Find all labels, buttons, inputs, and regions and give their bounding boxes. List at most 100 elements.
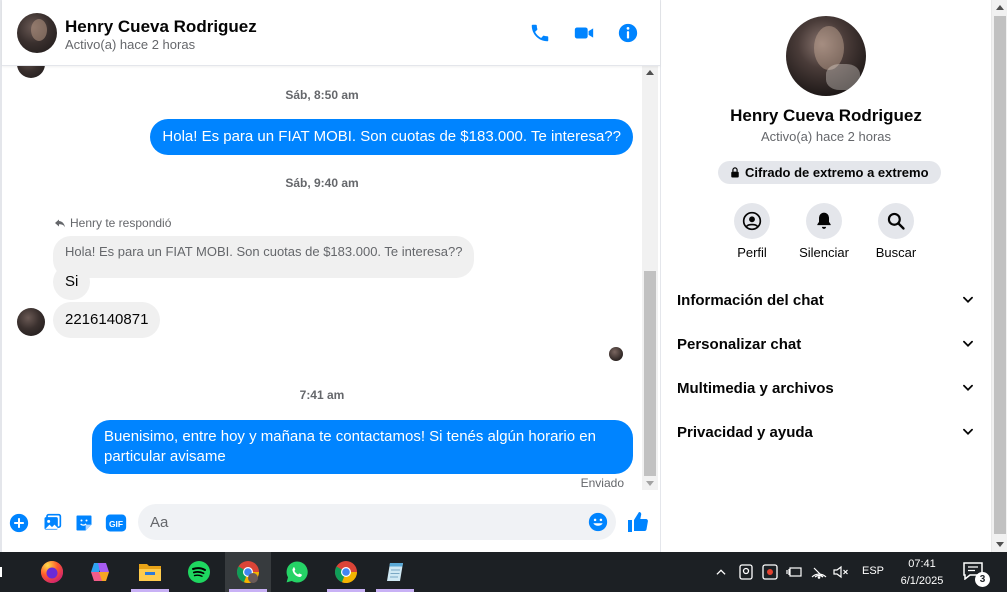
scroll-thumb[interactable]: [644, 271, 656, 476]
folder-icon: [139, 564, 161, 581]
contact-message-avatar: [17, 308, 45, 336]
tray-wifi[interactable]: [811, 564, 827, 580]
taskbar-chrome-profile[interactable]: [323, 552, 369, 592]
section-customize-chat[interactable]: Personalizar chat: [677, 329, 975, 359]
windows-taskbar: ESP 07:41 6/1/2025 3: [0, 552, 1007, 592]
contact-name[interactable]: Henry Cueva Rodriguez: [65, 17, 257, 37]
message-list[interactable]: Sáb, 8:50 am Hola! Es para un FIAT MOBI.…: [2, 66, 642, 490]
video-call-button[interactable]: [572, 21, 596, 45]
sent-status: Enviado: [580, 476, 624, 490]
message-scrollbar[interactable]: [642, 66, 658, 490]
gif-button[interactable]: GIF: [104, 512, 128, 534]
section-media-files[interactable]: Multimedia y archivos: [677, 373, 975, 403]
messenger-window: Henry Cueva Rodriguez Activo(a) hace 2 h…: [0, 0, 1007, 592]
scroll-up-arrow[interactable]: [646, 70, 654, 75]
gif-icon: GIF: [105, 514, 127, 532]
info-icon: [618, 23, 638, 43]
clock-time: 07:41: [908, 558, 936, 570]
sticker-button[interactable]: [73, 512, 95, 534]
copilot-icon: [91, 563, 109, 581]
timestamp: Sáb, 9:40 am: [285, 176, 359, 190]
quoted-message[interactable]: Hola! Es para un FIAT MOBI. Son cuotas d…: [53, 236, 475, 278]
mute-button[interactable]: Silenciar: [788, 203, 860, 260]
firefox-icon: [41, 561, 63, 583]
show-hidden-icons-button[interactable]: [713, 564, 729, 580]
tray-volume[interactable]: [833, 564, 849, 580]
taskbar-spotify[interactable]: [176, 552, 222, 592]
tray-app-icon[interactable]: [762, 564, 778, 580]
profile-icon: [742, 211, 762, 231]
section-label: Personalizar chat: [677, 335, 802, 353]
chrome-icon: [236, 561, 260, 584]
encryption-label: Cifrado de extremo a extremo: [745, 165, 929, 180]
taskbar-file-explorer[interactable]: [127, 552, 173, 592]
search-button[interactable]: Buscar: [860, 203, 932, 260]
reply-indicator: Henry te respondió: [54, 216, 171, 230]
timestamp: Sáb, 8:50 am: [285, 88, 359, 102]
chevron-down-icon: [963, 340, 973, 347]
svg-text:GIF: GIF: [109, 519, 123, 529]
taskbar-copilot[interactable]: [77, 552, 123, 592]
outgoing-message[interactable]: Buenisimo, entre hoy y mañana te contact…: [92, 420, 633, 474]
contact-profile-photo[interactable]: [786, 16, 866, 96]
page-scroll-down-arrow[interactable]: [996, 542, 1004, 547]
task-view-button[interactable]: [0, 552, 12, 592]
tray-webcam[interactable]: [738, 564, 754, 580]
taskbar-chrome-active[interactable]: [225, 552, 271, 592]
spotify-icon: [188, 561, 210, 583]
emoji-button[interactable]: [588, 512, 608, 532]
composer: GIF: [2, 496, 660, 552]
taskbar-notepad[interactable]: [372, 552, 418, 592]
message-input[interactable]: [138, 504, 616, 540]
timestamp: 7:41 am: [299, 388, 345, 402]
page-scroll-thumb[interactable]: [994, 16, 1006, 534]
input-language[interactable]: ESP: [862, 565, 884, 577]
mute-label: Silenciar: [799, 245, 849, 260]
phone-icon: [531, 24, 549, 42]
section-label: Información del chat: [677, 291, 824, 309]
seen-indicator-avatar: [609, 347, 623, 361]
page-scrollbar[interactable]: [991, 0, 1007, 552]
profile-button-circle: [734, 203, 770, 239]
battery-plug-icon: [786, 567, 802, 577]
chat-info-button[interactable]: [616, 21, 640, 45]
whatsapp-icon: [286, 561, 308, 583]
chevron-down-icon: [963, 384, 973, 391]
scroll-down-arrow[interactable]: [646, 481, 654, 486]
incoming-message[interactable]: Si: [53, 264, 91, 300]
plus-circle-icon: [9, 513, 29, 533]
bell-icon: [817, 212, 831, 229]
search-button-circle: [878, 203, 914, 239]
section-privacy-help[interactable]: Privacidad y ayuda: [677, 417, 975, 447]
taskbar-firefox[interactable]: [29, 552, 75, 592]
contact-avatar[interactable]: [17, 13, 57, 53]
like-button[interactable]: [626, 510, 650, 534]
clock[interactable]: 07:41 6/1/2025: [895, 556, 949, 590]
notepad-icon: [387, 563, 403, 581]
encryption-badge[interactable]: Cifrado de extremo a extremo: [718, 161, 941, 184]
sticker-icon: [76, 515, 92, 531]
screen-capture-icon: [762, 564, 778, 580]
attach-media-button[interactable]: [41, 512, 63, 534]
search-icon: [887, 212, 905, 230]
taskbar-whatsapp[interactable]: [274, 552, 320, 592]
previous-message-avatar: [17, 66, 45, 78]
call-button[interactable]: [528, 21, 552, 45]
info-contact-status: Activo(a) hace 2 horas: [760, 129, 892, 144]
lock-icon: [731, 167, 739, 178]
profile-button[interactable]: Perfil: [716, 203, 788, 260]
notification-count-badge: 3: [975, 572, 990, 587]
emoji-icon: [588, 512, 608, 532]
chat-info-pane: Henry Cueva Rodriguez Activo(a) hace 2 h…: [661, 0, 991, 552]
page-scroll-up-arrow[interactable]: [996, 5, 1004, 10]
contact-status: Activo(a) hace 2 horas: [65, 37, 196, 52]
more-actions-button[interactable]: [8, 512, 30, 534]
profile-label: Perfil: [737, 245, 767, 260]
reply-arrow-icon: [55, 219, 65, 228]
section-chat-info[interactable]: Información del chat: [677, 285, 975, 315]
tray-battery[interactable]: [786, 564, 802, 580]
section-label: Privacidad y ayuda: [677, 423, 813, 441]
section-label: Multimedia y archivos: [677, 379, 834, 397]
outgoing-message[interactable]: Hola! Es para un FIAT MOBI. Son cuotas d…: [150, 119, 633, 155]
incoming-message[interactable]: 2216140871: [53, 302, 161, 338]
